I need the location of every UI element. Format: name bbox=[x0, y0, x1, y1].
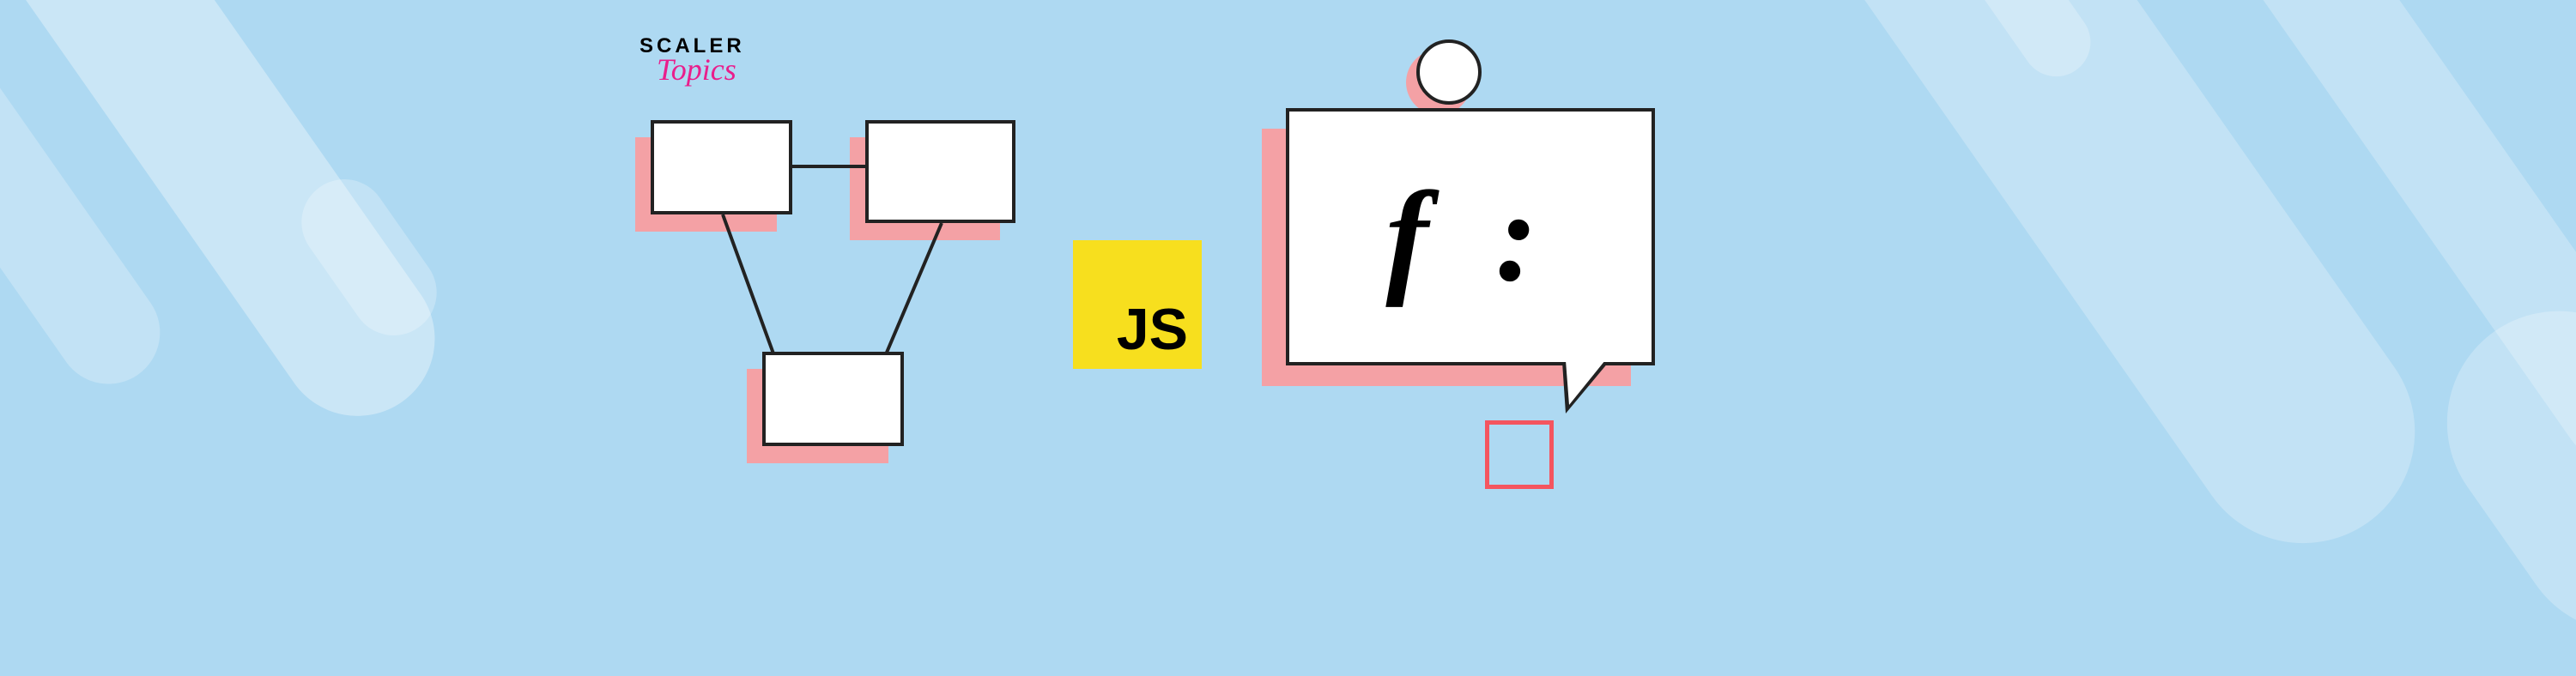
circle-node bbox=[1416, 39, 1482, 105]
flowchart-diagram bbox=[635, 112, 1064, 480]
flowchart-node bbox=[651, 120, 792, 214]
connector-line bbox=[792, 165, 865, 168]
diagram-content: JS f : bbox=[627, 112, 1828, 498]
js-label: JS bbox=[1117, 300, 1188, 359]
function-diagram: f : bbox=[1245, 43, 1725, 523]
speech-box: f : bbox=[1286, 108, 1655, 365]
flowchart-node bbox=[762, 352, 904, 446]
scaler-topics-logo: SCALER Topics bbox=[639, 34, 745, 88]
flowchart-node bbox=[865, 120, 1015, 223]
function-label: f : bbox=[1385, 163, 1555, 311]
javascript-badge: JS bbox=[1073, 240, 1202, 369]
speech-tail-fill bbox=[1566, 360, 1605, 405]
bg-decoration bbox=[2403, 268, 2576, 676]
small-outline-box bbox=[1485, 420, 1554, 489]
logo-sub: Topics bbox=[657, 51, 745, 88]
